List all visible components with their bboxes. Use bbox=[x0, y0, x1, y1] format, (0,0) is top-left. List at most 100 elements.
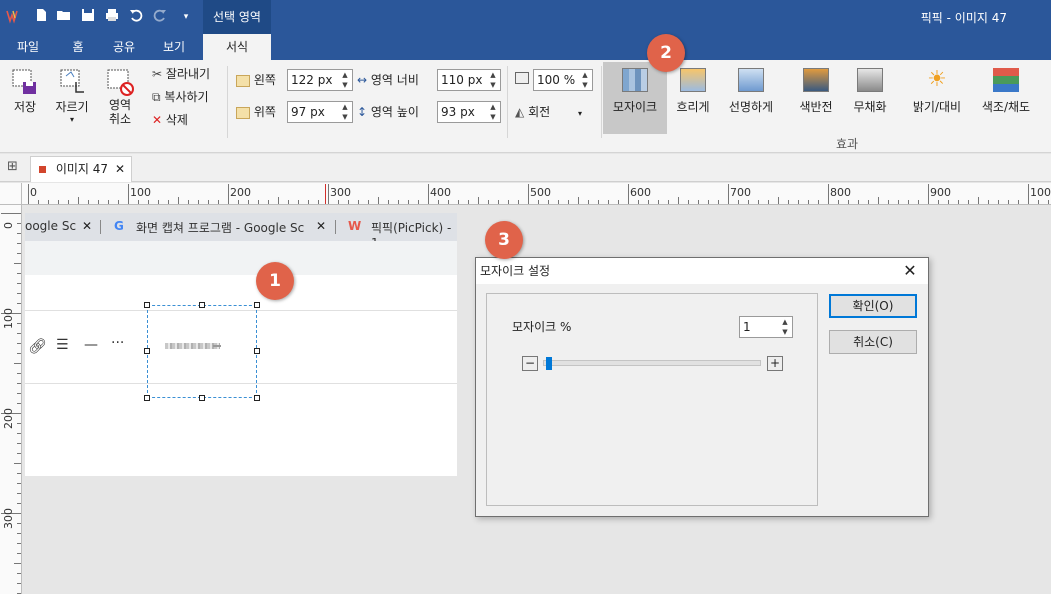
copy-button[interactable]: ⧉ 복사하기 bbox=[152, 87, 209, 107]
grayscale-button[interactable]: 무채화 bbox=[844, 62, 896, 115]
ruler-minor-tick bbox=[838, 200, 839, 204]
ruler-minor-tick bbox=[1048, 200, 1049, 204]
captured-image[interactable]: oogle Sc ✕ G 화면 캡쳐 프로그램 - Google Sc ✕ W … bbox=[25, 213, 457, 476]
close-icon: ✕ bbox=[82, 219, 93, 233]
selection-handle[interactable] bbox=[254, 348, 260, 354]
ruler-minor-tick bbox=[17, 443, 21, 444]
selection-handle[interactable] bbox=[254, 302, 260, 308]
left-position-spinner[interactable]: ▲ ▼ bbox=[338, 70, 352, 90]
mosaic-percent-spinner[interactable]: ▲ ▼ bbox=[778, 317, 792, 337]
deselect-button[interactable]: 영역 취소 bbox=[100, 68, 140, 126]
ruler-minor-tick bbox=[358, 200, 359, 204]
ruler-tick bbox=[1, 213, 21, 214]
copy-label: 복사하기 bbox=[164, 90, 209, 104]
rotate-label: 회전 bbox=[528, 105, 551, 119]
ruler-minor-tick bbox=[388, 200, 389, 204]
cut-button[interactable]: ✂ 잘라내기 bbox=[152, 64, 210, 84]
selection-handle[interactable] bbox=[254, 395, 260, 401]
dash-icon: — bbox=[84, 337, 98, 353]
crop-button[interactable]: 자르기 ▾ bbox=[52, 68, 92, 124]
ruler-label: 700 bbox=[730, 186, 751, 199]
mosaic-percent-label: 모자이크 % bbox=[512, 320, 572, 334]
width-spinner[interactable]: ▲ ▼ bbox=[486, 70, 500, 90]
selection-rectangle[interactable] bbox=[144, 302, 260, 401]
ruler-minor-tick bbox=[17, 233, 21, 234]
menu-bar: 파일 홈 공유 보기 서식 bbox=[0, 34, 1051, 60]
selection-handle[interactable] bbox=[144, 348, 150, 354]
ruler-minor-tick bbox=[718, 200, 719, 204]
ruler-minor-tick bbox=[968, 200, 969, 204]
top-position-input[interactable]: 97 px ▲ ▼ bbox=[287, 101, 353, 123]
ruler-minor-tick bbox=[398, 200, 399, 204]
title-bar: ▾ 선택 영역 픽픽 - 이미지 47 bbox=[0, 0, 1051, 34]
menu-tab-view[interactable]: 보기 bbox=[150, 34, 198, 60]
ruler-label: 400 bbox=[430, 186, 451, 199]
brightness-contrast-button[interactable]: ☀ 밝기/대비 bbox=[906, 62, 968, 115]
save-icon[interactable] bbox=[79, 8, 97, 26]
ruler-minor-tick bbox=[98, 200, 99, 204]
menu-tab-share[interactable]: 공유 bbox=[102, 34, 146, 60]
blur-label: 흐리게 bbox=[676, 100, 710, 114]
menu-tab-format[interactable]: 서식 bbox=[203, 34, 271, 60]
ruler-minor-tick bbox=[278, 197, 279, 204]
left-position-input[interactable]: 122 px ▲ ▼ bbox=[287, 69, 353, 91]
selection-handle[interactable] bbox=[199, 395, 205, 401]
height-input[interactable]: 93 px ▲ ▼ bbox=[437, 101, 501, 123]
top-position-spinner[interactable]: ▲ ▼ bbox=[338, 102, 352, 122]
ruler-minor-tick bbox=[88, 200, 89, 204]
cancel-button[interactable]: 취소(C) bbox=[829, 330, 917, 354]
ruler-minor-tick bbox=[678, 197, 679, 204]
ruler-minor-tick bbox=[58, 200, 59, 204]
ruler-tick bbox=[28, 184, 29, 204]
hue-saturation-button[interactable]: 색조/채도 bbox=[974, 62, 1038, 115]
app-logo-icon[interactable] bbox=[4, 8, 22, 26]
open-folder-icon[interactable] bbox=[55, 8, 73, 26]
mosaic-slider-thumb[interactable] bbox=[546, 357, 553, 370]
ruler-minor-tick bbox=[298, 200, 299, 204]
selection-handle[interactable] bbox=[199, 302, 205, 308]
slider-plus-button[interactable]: + bbox=[767, 356, 783, 371]
width-input[interactable]: 110 px ▲ ▼ bbox=[437, 69, 501, 91]
redo-icon[interactable] bbox=[151, 8, 169, 26]
customize-dropdown-icon[interactable]: ▾ bbox=[177, 8, 195, 26]
slider-minus-button[interactable]: − bbox=[522, 356, 538, 371]
close-icon[interactable]: ✕ bbox=[115, 157, 125, 181]
mosaic-icon bbox=[622, 68, 648, 92]
horizontal-ruler: 0 100 200 300 400 500 600 700 800 900 1000 bbox=[22, 183, 1051, 205]
blur-button[interactable]: 흐리게 bbox=[667, 62, 719, 115]
ruler-minor-tick bbox=[788, 200, 789, 204]
menu-tab-file[interactable]: 파일 bbox=[4, 34, 52, 60]
mosaic-slider-track[interactable] bbox=[543, 357, 761, 370]
zoom-spinner[interactable]: ▲ ▼ bbox=[578, 70, 592, 90]
print-icon[interactable] bbox=[103, 8, 121, 26]
close-icon[interactable]: ✕ bbox=[900, 258, 920, 284]
ruler-tick bbox=[828, 184, 829, 204]
new-file-icon[interactable] bbox=[32, 8, 50, 26]
rotate-button[interactable]: ◭ 회전 ▾ bbox=[515, 102, 595, 122]
invert-button[interactable]: 색반전 bbox=[790, 62, 842, 115]
context-tab-selection[interactable]: 선택 영역 bbox=[203, 0, 271, 34]
ruler-minor-tick bbox=[438, 200, 439, 204]
dialog-title-bar[interactable]: 모자이크 설정 ✕ bbox=[476, 258, 928, 284]
ruler-minor-tick bbox=[17, 493, 21, 494]
zoom-input[interactable]: 100 % ▲ ▼ bbox=[533, 69, 593, 91]
selection-handle[interactable] bbox=[144, 395, 150, 401]
selection-handle[interactable] bbox=[144, 302, 150, 308]
ruler-minor-tick bbox=[108, 200, 109, 204]
mosaic-button[interactable]: 모자이크 bbox=[603, 62, 667, 134]
height-label-group: ↕ 영역 높이 bbox=[357, 102, 419, 122]
sharpen-button[interactable]: 선명하게 bbox=[722, 62, 780, 115]
hue-saturation-icon bbox=[993, 68, 1019, 92]
brightness-contrast-label: 밝기/대비 bbox=[912, 100, 962, 114]
delete-button[interactable]: ✕ 삭제 bbox=[152, 110, 188, 130]
dialog-title: 모자이크 설정 bbox=[480, 264, 551, 278]
height-spinner[interactable]: ▲ ▼ bbox=[486, 102, 500, 122]
ruler-label: 1000 bbox=[1030, 186, 1051, 199]
document-tab[interactable]: 이미지 47 ✕ bbox=[30, 156, 132, 182]
save-button[interactable]: 저장 bbox=[6, 68, 44, 115]
menu-tab-home[interactable]: 홈 bbox=[58, 34, 98, 60]
mosaic-percent-input[interactable]: 1 ▲ ▼ bbox=[739, 316, 793, 338]
ok-button[interactable]: 확인(O) bbox=[829, 294, 917, 318]
undo-icon[interactable] bbox=[127, 8, 145, 26]
grid-view-icon[interactable]: ⊞ bbox=[7, 160, 21, 174]
